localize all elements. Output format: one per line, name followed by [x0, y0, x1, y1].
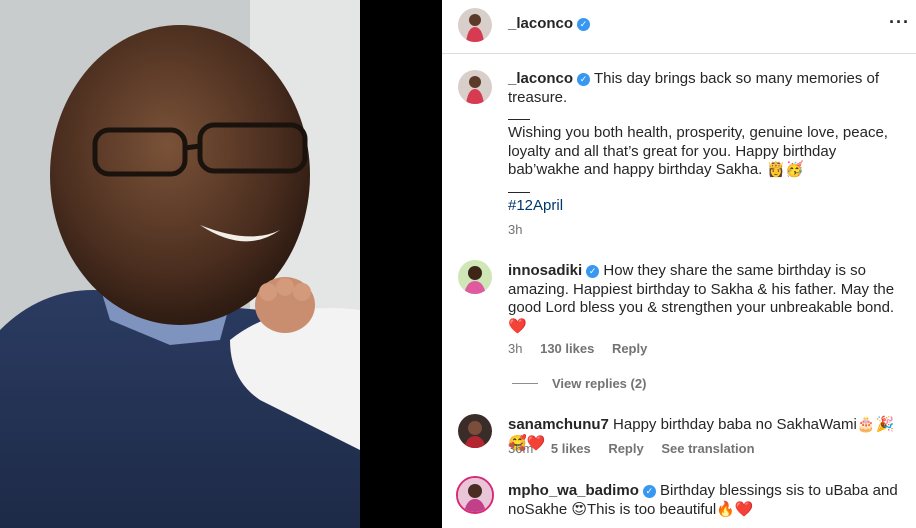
commenter-avatar[interactable]	[458, 414, 492, 448]
header-username[interactable]: _laconco	[508, 15, 573, 32]
avatar-image	[458, 260, 492, 294]
header-username-group[interactable]: _laconco ✓	[508, 15, 591, 33]
comment-time[interactable]: 36m	[508, 441, 533, 456]
caption-username[interactable]: _laconco	[508, 70, 573, 87]
replies-dash	[512, 383, 538, 384]
caption-author-avatar[interactable]	[458, 70, 492, 104]
verified-badge-icon: ✓	[577, 18, 591, 31]
comment-time[interactable]: 3h	[508, 341, 522, 356]
more-options-icon[interactable]: ···	[889, 12, 910, 33]
verified-badge-icon: ✓	[642, 485, 656, 498]
comment-username[interactable]: sanamchunu7	[508, 416, 609, 433]
avatar-image	[458, 478, 492, 512]
comment-likes[interactable]: 130 likes	[540, 341, 594, 356]
verified-badge-icon: ✓	[577, 73, 591, 86]
view-replies-button[interactable]: View replies (2)	[512, 376, 646, 391]
avatar-image	[458, 414, 492, 448]
caption-time[interactable]: 3h	[508, 221, 908, 240]
avatar-image	[458, 70, 492, 104]
reply-button[interactable]: Reply	[608, 441, 643, 456]
author-avatar[interactable]	[458, 8, 492, 42]
comment-item: mpho_wa_badimo ✓ Birthday blessings sis t…	[508, 482, 908, 519]
post-photo	[0, 0, 360, 528]
caption-line-2: Wishing you both health, prosperity, gen…	[508, 124, 888, 178]
commenter-avatar[interactable]	[458, 260, 492, 294]
comment-meta: 3h 130 likes Reply	[508, 341, 661, 356]
post-caption: _laconco ✓ This day brings back so many m…	[508, 70, 908, 240]
verified-badge-icon: ✓	[586, 265, 600, 278]
comment-username[interactable]: mpho_wa_badimo	[508, 482, 639, 499]
view-replies-label: View replies (2)	[552, 376, 647, 391]
hashtag-link[interactable]: #12April	[508, 197, 563, 214]
see-translation-button[interactable]: See translation	[661, 441, 754, 456]
commenter-avatar-story-ring[interactable]	[456, 476, 494, 514]
comment-likes[interactable]: 5 likes	[551, 441, 591, 456]
comment-username[interactable]: innosadiki	[508, 262, 582, 279]
caption-separator	[508, 119, 530, 120]
comment-item: innosadiki ✓ How they share the same birt…	[508, 262, 908, 336]
man-with-baby-photo	[0, 0, 360, 528]
photo-gutter	[360, 0, 442, 528]
reply-button[interactable]: Reply	[612, 341, 647, 356]
caption-separator	[508, 191, 530, 193]
comment-meta: 36m 5 likes Reply See translation	[508, 441, 769, 456]
post-detail-panel: _laconco ✓ ··· _laconco ✓ This day brings …	[442, 0, 916, 528]
post-header: _laconco ✓ ···	[442, 0, 916, 54]
avatar-image	[458, 8, 492, 42]
